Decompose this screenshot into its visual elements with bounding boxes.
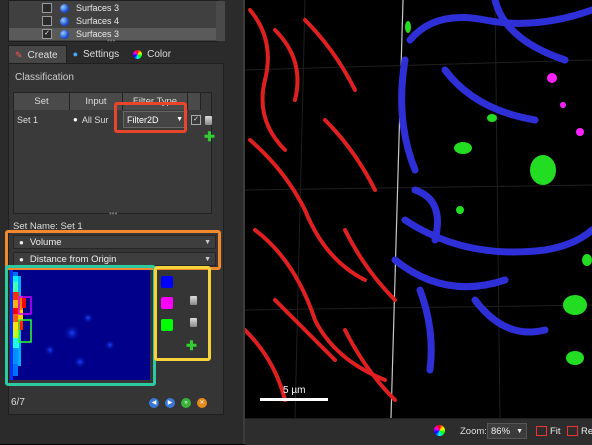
chevron-down-icon: ▼: [516, 427, 523, 435]
surfaces-icon: [60, 3, 69, 13]
column-header-blank: [188, 93, 201, 110]
dropdowns-highlight: [5, 230, 221, 270]
surface-checkbox[interactable]: [42, 16, 52, 26]
tab-label: Settings: [83, 48, 120, 60]
reset-label: Re: [581, 425, 592, 437]
heatmap-highlight: [5, 265, 156, 386]
scale-bar-label: 5 µm: [283, 385, 306, 396]
properties-panel: Surfaces 3 Surfaces 4 ✓ Surfaces 3 ••• ✎…: [0, 0, 243, 444]
surface-checkbox[interactable]: ✓: [42, 29, 52, 39]
volume-render[interactable]: [243, 0, 592, 419]
resize-grip[interactable]: •••: [109, 209, 117, 218]
tab-color[interactable]: Color: [127, 45, 179, 63]
reset-button[interactable]: Re: [567, 423, 592, 439]
tab-create[interactable]: ✎ Create: [8, 45, 67, 64]
surfaces-icon: [60, 16, 69, 26]
filter-type-highlight: [114, 102, 187, 133]
surfaces-icon: [60, 29, 69, 39]
color-wheel-icon[interactable]: [434, 425, 445, 436]
column-header-set[interactable]: Set: [14, 93, 70, 110]
cancel-icon[interactable]: ✕: [197, 398, 207, 408]
next-step-icon[interactable]: ▶: [165, 398, 175, 408]
surfaces-icon: ●: [72, 49, 78, 59]
panel-footer: 6/7 ◀ ▶ » ✕: [8, 393, 222, 413]
wand-icon: ✎: [15, 49, 23, 60]
tab-settings[interactable]: ● Settings: [67, 45, 128, 63]
zoom-value: 86%: [491, 425, 511, 437]
fit-button[interactable]: Fit: [536, 423, 561, 439]
scale-bar: [260, 398, 328, 401]
zoom-select[interactable]: 86% ▼: [487, 423, 527, 439]
add-row-icon[interactable]: ✚: [204, 130, 215, 143]
resize-grip[interactable]: •••: [107, 36, 115, 45]
color-wheel-icon: [133, 49, 143, 59]
tab-label: Color: [147, 48, 172, 60]
item-counter: 6/7: [11, 397, 25, 408]
list-scrollbar[interactable]: [216, 1, 225, 41]
zoom-label: Zoom:: [460, 426, 487, 437]
trash-icon[interactable]: [205, 116, 212, 125]
viewer-3d[interactable]: 5 µm: [243, 0, 592, 419]
surface-label: Surfaces 4: [76, 16, 120, 26]
tab-label: Create: [27, 49, 58, 61]
fit-icon: [536, 426, 547, 436]
finish-icon[interactable]: »: [181, 398, 191, 408]
surfaces-icon: ●: [73, 115, 78, 124]
surface-label: Surfaces 3: [76, 3, 120, 13]
input-cell-label: All Sur: [81, 114, 109, 125]
reset-icon: [567, 426, 578, 436]
surfaces-list-item[interactable]: Surfaces 4: [9, 15, 217, 27]
fit-label: Fit: [550, 425, 561, 437]
tab-bar: ✎ Create ● Settings Color: [8, 45, 222, 64]
surfaces-list-item[interactable]: Surfaces 3: [9, 2, 217, 14]
first-step-icon[interactable]: ◀: [149, 398, 159, 408]
row-checkbox[interactable]: ✓: [191, 115, 201, 125]
set-cell[interactable]: Set 1: [17, 111, 38, 128]
section-title: Classification: [15, 72, 74, 83]
viewer-toolbar: Zoom: 86% ▼ Fit Re: [245, 418, 592, 445]
classes-highlight: [154, 266, 211, 361]
surface-checkbox[interactable]: [42, 3, 52, 13]
